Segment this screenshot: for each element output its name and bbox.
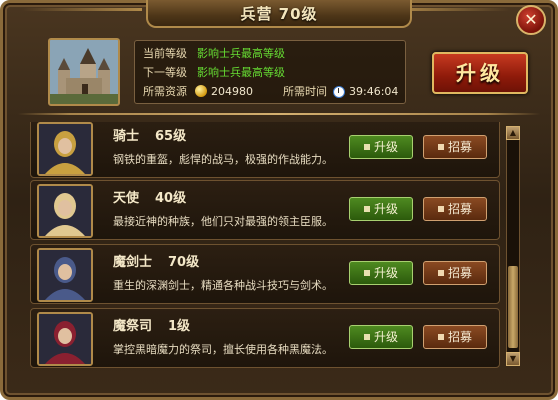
unit-upgrade-button[interactable]: 升级 <box>349 325 413 349</box>
next-level-row: 下一等级 影响士兵最高等级 <box>143 63 397 82</box>
resource-value: 204980 <box>211 85 253 98</box>
unit-name-text: 骑士 <box>113 129 140 144</box>
close-icon: ✕ <box>524 10 538 29</box>
square-icon <box>437 206 444 212</box>
next-level-value: 影响士兵最高等级 <box>197 66 285 79</box>
unit-recruit-label: 招募 <box>447 266 472 280</box>
unit-description: 掌控黑暗魔力的祭司，擅长使用各种黑魔法。 <box>113 343 333 356</box>
square-icon <box>363 270 370 276</box>
clock-icon <box>333 86 345 98</box>
level-info-panel: 当前等级 影响士兵最高等级 下一等级 影响士兵最高等级 所需资源 204980 所需时… <box>134 40 406 104</box>
next-level-label: 下一等级 <box>143 66 187 79</box>
square-icon <box>437 144 444 150</box>
upgrade-building-button[interactable]: 升级 <box>432 52 528 94</box>
square-icon <box>437 334 444 340</box>
unit-name: 天使 40级 <box>113 187 186 206</box>
unit-recruit-button[interactable]: 招募 <box>423 261 487 285</box>
square-icon <box>437 270 444 276</box>
unit-recruit-label: 招募 <box>447 140 472 154</box>
unit-upgrade-button[interactable]: 升级 <box>349 261 413 285</box>
unit-portrait <box>37 184 93 238</box>
unit-description: 钢铁的重盔，彪悍的战马，极强的作战能力。 <box>113 153 333 166</box>
unit-upgrade-label: 升级 <box>373 202 398 216</box>
time-value: 39:46:04 <box>349 85 399 98</box>
unit-name-text: 魔祭司 <box>113 319 153 334</box>
unit-name-text: 魔剑士 <box>113 255 153 270</box>
unit-name: 魔剑士 70级 <box>113 251 199 270</box>
unit-recruit-button[interactable]: 招募 <box>423 325 487 349</box>
unit-description: 重生的深渊剑士，精通各种战斗技巧与剑术。 <box>113 279 333 292</box>
unit-level: 70级 <box>168 255 200 270</box>
unit-name-text: 天使 <box>113 191 140 206</box>
barracks-image <box>48 38 120 106</box>
current-level-row: 当前等级 影响士兵最高等级 <box>143 44 397 63</box>
window-title-tab: 兵营 70级 <box>146 0 412 28</box>
unit-list: 骑士 65级 钢铁的重盔，彪悍的战马，极强的作战能力。 升级 招募 天使 40级 最接近神的种… <box>30 122 500 370</box>
unit-upgrade-label: 升级 <box>373 330 398 344</box>
current-level-value: 影响士兵最高等级 <box>197 47 285 60</box>
unit-row: 天使 40级最接近神的种族，他们只对最强的领主臣服。 升级 招募 <box>30 180 500 240</box>
unit-level: 65级 <box>155 129 187 144</box>
unit-upgrade-button[interactable]: 升级 <box>349 135 413 159</box>
square-icon <box>363 334 370 340</box>
scroll-down-arrow-icon[interactable]: ▼ <box>506 352 520 366</box>
window-title: 兵营 70级 <box>240 5 318 23</box>
scrollbar-thumb[interactable] <box>508 266 518 348</box>
unit-row: 魔剑士 70级重生的深渊剑士，精通各种战斗技巧与剑术。 升级 招募 <box>30 244 500 304</box>
square-icon <box>363 206 370 212</box>
unit-upgrade-label: 升级 <box>373 266 398 280</box>
unit-name: 骑士 65级 <box>113 125 186 144</box>
gold-coin-icon <box>195 85 207 97</box>
unit-description: 最接近神的种族，他们只对最强的领主臣服。 <box>113 215 333 228</box>
unit-upgrade-label: 升级 <box>373 140 398 154</box>
close-button[interactable]: ✕ <box>516 5 546 35</box>
unit-portrait <box>37 248 93 302</box>
unit-portrait <box>37 312 93 366</box>
unit-recruit-label: 招募 <box>447 202 472 216</box>
unit-level: 1级 <box>168 319 191 334</box>
unit-upgrade-button[interactable]: 升级 <box>349 197 413 221</box>
current-level-label: 当前等级 <box>143 47 187 60</box>
unit-level: 40级 <box>155 191 187 206</box>
unit-row: 骑士 65级钢铁的重盔，彪悍的战马，极强的作战能力。 升级 招募 <box>30 122 500 178</box>
unit-recruit-button[interactable]: 招募 <box>423 197 487 221</box>
square-icon <box>363 144 370 150</box>
scroll-up-arrow-icon[interactable]: ▲ <box>506 126 520 140</box>
resource-label: 所需资源 <box>143 85 187 98</box>
unit-row: 魔祭司 1级掌控黑暗魔力的祭司，擅长使用各种黑魔法。 升级 招募 <box>30 308 500 368</box>
time-label: 所需时间 <box>283 85 327 98</box>
section-divider <box>18 113 540 115</box>
building-info: 当前等级 影响士兵最高等级 下一等级 影响士兵最高等级 所需资源 204980 所需时… <box>18 32 538 112</box>
cost-row: 所需资源 204980 所需时间 39:46:04 <box>143 82 399 101</box>
unit-portrait <box>37 122 93 176</box>
unit-recruit-button[interactable]: 招募 <box>423 135 487 159</box>
unit-recruit-label: 招募 <box>447 330 472 344</box>
title-ornament-left <box>22 8 142 11</box>
unit-name: 魔祭司 1级 <box>113 315 190 334</box>
